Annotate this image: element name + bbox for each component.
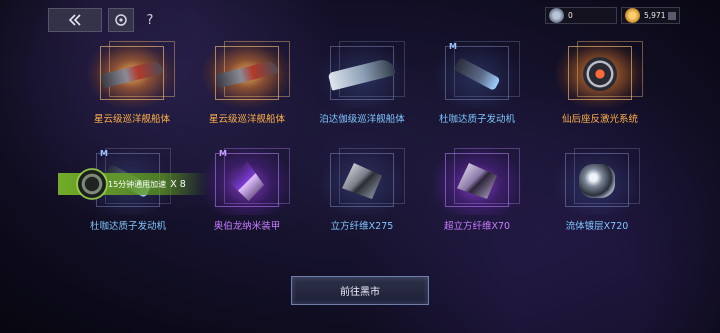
anti-laser-system-icon: [583, 57, 617, 91]
speedup-toast-text: 15分钟通用加速: [108, 179, 167, 189]
reward-item[interactable]: 超立方纤维X70: [417, 147, 537, 232]
rank-badge: M: [100, 149, 108, 158]
rank-badge: M: [449, 42, 457, 51]
speedup-toast-count: X 8: [170, 178, 186, 190]
speedup-disc-icon: [76, 168, 108, 200]
reward-item[interactable]: 立方纤维X275: [302, 147, 422, 232]
double-chevron-left-icon: [68, 14, 81, 26]
item-label: 超立方纤维X70: [443, 221, 511, 232]
reward-item[interactable]: 泊达伽级巡洋舰船体: [302, 40, 422, 125]
silver-resource[interactable]: 0: [545, 7, 617, 24]
silver-coin-icon: [549, 8, 564, 23]
reward-item[interactable]: M 杜咖达质子发动机: [417, 40, 537, 125]
item-label: 泊达伽级巡洋舰船体: [319, 114, 405, 125]
reward-item[interactable]: 星云级巡洋舰船体: [72, 40, 192, 125]
refresh-button[interactable]: [108, 8, 134, 32]
go-to-black-market-button[interactable]: 前往黑市: [291, 276, 429, 305]
item-label: 仙后座反激光系统: [561, 114, 638, 125]
help-button[interactable]: ?: [140, 8, 160, 32]
fluid-coating-icon: [579, 164, 615, 198]
back-button[interactable]: [48, 8, 102, 32]
refresh-icon: [115, 14, 127, 26]
item-label: 立方纤维X275: [330, 221, 394, 232]
item-label: 星云级巡洋舰船体: [208, 114, 285, 125]
item-label: 星云级巡洋舰船体: [93, 114, 170, 125]
gold-value: 5,971: [644, 11, 666, 20]
item-label: 杜咖达质子发动机: [438, 114, 515, 125]
gold-resource[interactable]: 5,971: [621, 7, 680, 24]
reward-item[interactable]: 流体镀层X720: [537, 147, 657, 232]
gold-coin-icon: [625, 8, 640, 23]
item-label: 奥伯龙纳米装甲: [213, 221, 281, 232]
rank-badge: M: [219, 149, 227, 158]
item-label: 杜咖达质子发动机: [89, 221, 166, 232]
item-label: 流体镀层X720: [565, 221, 629, 232]
add-gold-icon[interactable]: [668, 11, 676, 20]
reward-item[interactable]: 仙后座反激光系统: [540, 40, 660, 125]
top-left-controls: ?: [48, 8, 160, 32]
silver-value: 0: [568, 11, 573, 20]
reward-item[interactable]: 星云级巡洋舰船体: [187, 40, 307, 125]
